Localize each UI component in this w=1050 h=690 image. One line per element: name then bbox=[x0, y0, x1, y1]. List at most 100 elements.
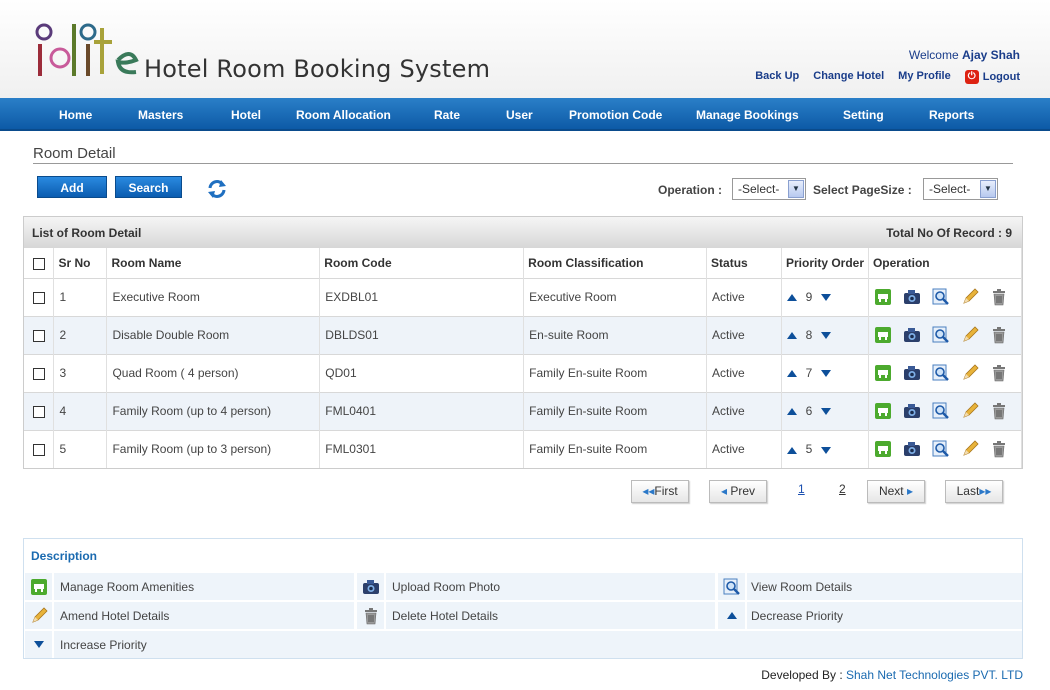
cell-priority-order: 5 bbox=[781, 429, 869, 468]
trash-icon[interactable] bbox=[990, 326, 1008, 344]
search-button[interactable]: Search bbox=[115, 176, 182, 198]
cell-room-code: QD01 bbox=[319, 353, 525, 392]
next-page-button[interactable]: Next ▸ bbox=[867, 480, 925, 503]
add-button[interactable]: Add bbox=[37, 176, 107, 198]
arrow-up-icon[interactable] bbox=[787, 370, 797, 378]
row-checkbox[interactable] bbox=[33, 329, 45, 342]
pagesize-label: Select PageSize : bbox=[813, 183, 912, 197]
arrow-down-icon[interactable] bbox=[821, 408, 831, 416]
priority-value: 7 bbox=[805, 366, 813, 380]
refresh-icon[interactable] bbox=[206, 178, 228, 200]
page-1-link[interactable]: 1 bbox=[798, 482, 805, 496]
camera-icon[interactable] bbox=[903, 440, 921, 458]
camera-icon[interactable] bbox=[903, 326, 921, 344]
welcome-text: Welcome Ajay Shah bbox=[909, 48, 1020, 62]
amenities-icon[interactable] bbox=[874, 440, 892, 458]
cell-status: Active bbox=[706, 353, 782, 392]
pencil-icon[interactable] bbox=[961, 402, 979, 420]
col-room-classification: Room Classification bbox=[523, 248, 708, 278]
nav-hotel[interactable]: Hotel bbox=[231, 98, 261, 131]
logout-link[interactable]: ⏻ Logout bbox=[964, 70, 1020, 84]
nav-rate[interactable]: Rate bbox=[434, 98, 460, 131]
pencil-icon[interactable] bbox=[961, 364, 979, 382]
row-checkbox[interactable] bbox=[33, 291, 45, 304]
chevron-down-icon: ▼ bbox=[980, 180, 996, 198]
arrow-up-icon[interactable] bbox=[787, 332, 797, 340]
trash-icon[interactable] bbox=[990, 440, 1008, 458]
arrow-up-icon[interactable] bbox=[787, 446, 797, 454]
legend-decrease-priority: Decrease Priority bbox=[751, 609, 844, 623]
arrow-down-icon[interactable] bbox=[821, 294, 831, 302]
amenities-icon[interactable] bbox=[874, 364, 892, 382]
nav-reports[interactable]: Reports bbox=[929, 98, 974, 131]
pencil-icon bbox=[30, 607, 48, 625]
view-details-icon[interactable] bbox=[932, 440, 950, 458]
nav-promotion-code[interactable]: Promotion Code bbox=[569, 98, 662, 131]
view-details-icon[interactable] bbox=[932, 402, 950, 420]
arrow-up-icon[interactable] bbox=[787, 294, 797, 302]
company-link[interactable]: Shah Net Technologies PVT. LTD bbox=[846, 668, 1023, 682]
view-details-icon[interactable] bbox=[932, 288, 950, 306]
arrow-up-icon[interactable] bbox=[787, 408, 797, 416]
operation-select-value: -Select- bbox=[738, 182, 780, 196]
table-row: 1 Executive Room EXDBL01 Executive Room Acti… bbox=[24, 277, 1023, 316]
trash-icon[interactable] bbox=[990, 364, 1008, 382]
col-priority-order: Priority Order bbox=[781, 248, 869, 278]
pencil-icon[interactable] bbox=[961, 326, 979, 344]
camera-icon[interactable] bbox=[903, 402, 921, 420]
cell-operation bbox=[868, 429, 1023, 468]
trash-icon[interactable] bbox=[990, 402, 1008, 420]
nav-user[interactable]: User bbox=[506, 98, 533, 131]
trash-icon[interactable] bbox=[990, 288, 1008, 306]
view-details-icon[interactable] bbox=[932, 364, 950, 382]
cell-room-classification: Family En-suite Room bbox=[523, 391, 708, 430]
cell-priority-order: 6 bbox=[781, 391, 869, 430]
cell-room-name: Disable Double Room bbox=[106, 315, 321, 354]
priority-value: 5 bbox=[805, 442, 813, 457]
view-details-icon[interactable] bbox=[932, 326, 950, 344]
backup-link[interactable]: Back Up bbox=[755, 70, 799, 84]
amenities-icon[interactable] bbox=[874, 326, 892, 344]
pencil-icon[interactable] bbox=[961, 288, 979, 306]
camera-icon[interactable] bbox=[903, 288, 921, 306]
row-checkbox[interactable] bbox=[33, 367, 45, 380]
page-2-link[interactable]: 2 bbox=[839, 482, 846, 496]
my-profile-link[interactable]: My Profile bbox=[898, 70, 951, 84]
legend-upload-photo: Upload Room Photo bbox=[392, 580, 501, 594]
trash-icon bbox=[362, 607, 380, 625]
arrow-down-icon[interactable] bbox=[821, 332, 831, 340]
row-checkbox[interactable] bbox=[33, 405, 45, 418]
amenities-icon[interactable] bbox=[874, 288, 892, 306]
arrow-down-icon[interactable] bbox=[821, 446, 831, 454]
prev-page-button[interactable]: ◂ Prev bbox=[709, 480, 767, 503]
nav-setting[interactable]: Setting bbox=[843, 98, 884, 131]
app-title: Hotel Room Booking System bbox=[144, 55, 491, 83]
select-all-checkbox[interactable] bbox=[33, 257, 45, 270]
last-page-button[interactable]: Last▸▸ bbox=[945, 480, 1003, 503]
amenities-icon[interactable] bbox=[874, 402, 892, 420]
amenities-icon bbox=[30, 578, 48, 596]
nav-home[interactable]: Home bbox=[59, 98, 92, 131]
arrow-down-icon bbox=[33, 641, 44, 648]
operation-select[interactable]: -Select- ▼ bbox=[732, 178, 806, 200]
pagesize-select-value: -Select- bbox=[929, 182, 971, 196]
pencil-icon[interactable] bbox=[961, 440, 979, 458]
camera-icon[interactable] bbox=[903, 364, 921, 382]
nav-manage-bookings[interactable]: Manage Bookings bbox=[696, 98, 799, 131]
room-detail-grid: List of Room Detail Total No Of Record :… bbox=[23, 216, 1023, 469]
change-hotel-link[interactable]: Change Hotel bbox=[813, 70, 884, 84]
cell-room-code: EXDBL01 bbox=[319, 277, 525, 316]
first-label: First bbox=[654, 484, 678, 498]
first-page-button[interactable]: ◂◂First bbox=[631, 480, 689, 503]
row-checkbox[interactable] bbox=[33, 444, 45, 457]
priority-value: 8 bbox=[805, 328, 813, 342]
cell-room-classification: En-suite Room bbox=[523, 315, 708, 354]
table-row: 4 Family Room (up to 4 person) FML0401 Fami… bbox=[24, 391, 1023, 430]
table-row: 5 Family Room (up to 3 person) FML0301 Fami… bbox=[24, 429, 1023, 468]
nav-masters[interactable]: Masters bbox=[138, 98, 183, 131]
nav-room-allocation[interactable]: Room Allocation bbox=[296, 98, 391, 131]
power-icon: ⏻ bbox=[964, 70, 979, 84]
arrow-down-icon[interactable] bbox=[821, 370, 831, 378]
pagesize-select[interactable]: -Select- ▼ bbox=[923, 178, 998, 200]
col-operation: Operation bbox=[868, 248, 1023, 278]
